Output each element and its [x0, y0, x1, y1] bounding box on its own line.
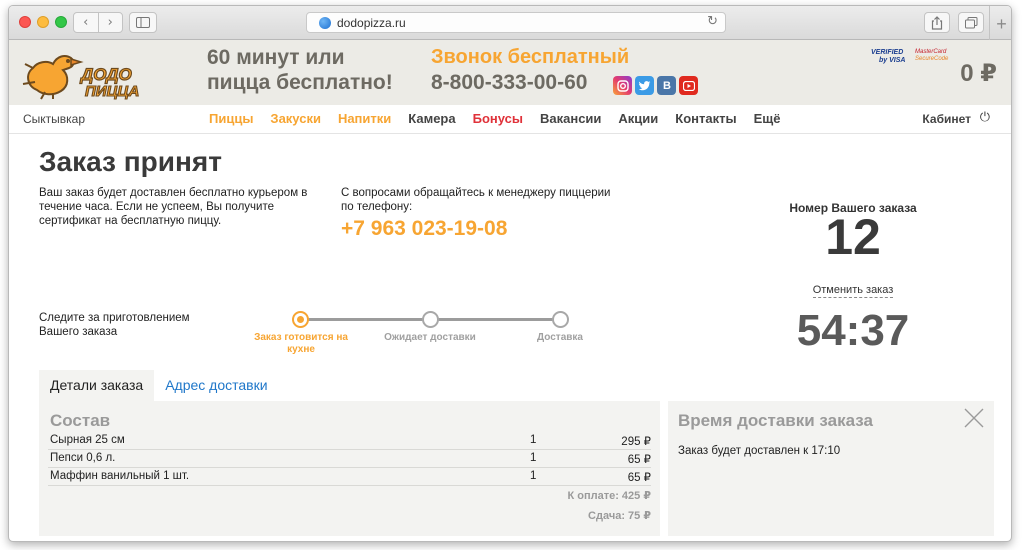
url-text: dodopizza.ru [337, 16, 406, 30]
history-nav: ‹ › [73, 12, 123, 33]
order-items: Сырная 25 см 1 295 ₽ Пепси 0,6 л. 1 65 ₽… [48, 432, 651, 486]
globe-icon [319, 17, 331, 29]
item-qty: 1 [530, 452, 537, 464]
close-window-button[interactable] [19, 16, 31, 28]
step-dot-cooking [292, 311, 309, 328]
item-name: Сырная 25 см [50, 434, 125, 446]
browser-toolbar: ‹ › dodopizza.ru ↻ + [9, 6, 1011, 40]
mastercard-securecode-badge: MasterCard SecureCode [915, 49, 948, 63]
item-name: Маффин ванильный 1 шт. [50, 470, 190, 482]
step-label-delivery: Доставка [537, 332, 583, 343]
order-item-row: Пепси 0,6 л. 1 65 ₽ [48, 450, 651, 468]
delivery-note: Ваш заказ будет доставлен бесплатно курь… [39, 187, 308, 227]
promo-slogan: 60 минут или пицца бесплатно! [207, 45, 393, 95]
mastercard-line-1: MasterCard [915, 49, 947, 55]
tabs-icon [964, 16, 977, 28]
minimize-window-button[interactable] [37, 16, 49, 28]
svg-text:ПИЦЦА: ПИЦЦА [85, 83, 139, 100]
nav-item-drinks[interactable]: Напитки [338, 111, 391, 126]
order-number: 12 [825, 209, 881, 265]
composition-title: Состав [50, 411, 111, 430]
tab-order-details[interactable]: Детали заказа [39, 370, 155, 401]
show-tabs-button[interactable] [958, 12, 984, 33]
promo-line-1: 60 минут или [207, 46, 345, 69]
new-tab-button[interactable]: + [989, 6, 1011, 40]
step-label-awaiting: Ожидает доставки [384, 332, 476, 343]
close-icon[interactable] [962, 406, 986, 430]
item-qty: 1 [530, 434, 537, 446]
main-nav: Сыктывкар Пиццы Закуски Напитки Камера Б… [9, 105, 1011, 134]
contact-note: С вопросами обращайтесь к менеджеру пицц… [341, 187, 611, 213]
free-call-label: Звонок бесплатный [431, 46, 630, 68]
composition-panel: Состав Сырная 25 см 1 295 ₽ Пепси 0,6 л.… [39, 401, 660, 536]
progress-line-1 [300, 318, 430, 321]
item-qty: 1 [530, 470, 537, 482]
svg-text:ДОДО: ДОДО [79, 65, 132, 84]
step-label-cooking: Заказ готовится на кухне [254, 332, 348, 355]
sidebar-toggle-button[interactable] [129, 12, 157, 33]
step-dot-delivery [552, 311, 569, 328]
nav-item-pizza[interactable]: Пиццы [209, 111, 253, 126]
site-header: ДОДО ПИЦЦА 60 минут или пицца бесплатно!… [9, 40, 1011, 105]
cancel-order-link[interactable]: Отменить заказ [773, 284, 933, 298]
item-name: Пепси 0,6 л. [50, 452, 116, 464]
item-price: 65 ₽ [627, 472, 651, 484]
sidebar-icon [136, 17, 150, 28]
mastercard-line-2: SecureCode [915, 56, 949, 62]
promo-line-2: пицца бесплатно! [207, 71, 393, 94]
cabinet-link[interactable]: Кабинет [922, 112, 971, 126]
share-button[interactable] [924, 12, 950, 33]
nav-item-snacks[interactable]: Закуски [270, 111, 321, 126]
nav-item-more[interactable]: Ещё [754, 111, 781, 126]
delivery-timer: 54:37 [796, 306, 910, 355]
city-selector[interactable]: Сыктывкар [23, 112, 85, 126]
youtube-icon[interactable] [679, 76, 699, 95]
item-price: 295 ₽ [621, 436, 651, 448]
progress-line-2 [430, 318, 560, 321]
nav-item-camera[interactable]: Камера [408, 111, 455, 126]
payment-security-badges: VERIFIED by VISA MasterCard SecureCode [871, 49, 951, 65]
order-progress-tracker: Заказ готовится на кухне Ожидает доставк… [230, 305, 600, 365]
cancel-order-label[interactable]: Отменить заказ [812, 284, 894, 298]
delivery-time-text: Заказ будет доставлен к 17:10 [678, 445, 841, 457]
twitter-icon[interactable] [635, 76, 655, 95]
address-bar[interactable]: dodopizza.ru ↻ [306, 12, 726, 33]
change-amount: Сдача: 75 ₽ [588, 510, 651, 522]
follow-progress-note: Следите за приготовлением Вашего заказа [39, 312, 190, 338]
hotline-block: Звонок бесплатный 8-800-333-00-60 В [431, 45, 701, 95]
delivery-time-panel: Время доставки заказа Заказ будет достав… [668, 401, 994, 536]
hotline-number[interactable]: 8-800-333-00-60 [431, 70, 587, 95]
nav-item-bonuses[interactable]: Бонусы [473, 111, 523, 126]
manager-phone[interactable]: +7 963 023-19-08 [341, 217, 507, 241]
order-tabs: Детали заказа Адрес доставки [39, 370, 279, 401]
order-item-row: Сырная 25 см 1 295 ₽ [48, 432, 651, 450]
step-dot-awaiting [422, 311, 439, 328]
nav-item-promotions[interactable]: Акции [618, 111, 658, 126]
delivery-time-title: Время доставки заказа [678, 411, 873, 430]
item-price: 65 ₽ [627, 454, 651, 466]
zoom-window-button[interactable] [55, 16, 67, 28]
cart-total[interactable]: 0 ₽ [960, 59, 997, 88]
page-title: Заказ принят [39, 146, 222, 177]
nav-item-contacts[interactable]: Контакты [675, 111, 736, 126]
forward-button[interactable]: › [97, 13, 123, 32]
vk-icon[interactable]: В [657, 76, 677, 95]
power-icon[interactable]: ⏻ [980, 110, 990, 125]
back-button[interactable]: ‹ [74, 13, 98, 32]
total-to-pay: К оплате: 425 ₽ [567, 490, 651, 502]
nav-item-vacancies[interactable]: Вакансии [540, 111, 601, 126]
hotline-row: 8-800-333-00-60 В [431, 70, 701, 95]
order-item-row: Маффин ванильный 1 шт. 1 65 ₽ [48, 468, 651, 486]
reload-icon[interactable]: ↻ [707, 14, 718, 29]
tab-delivery-address[interactable]: Адрес доставки [154, 370, 278, 401]
instagram-icon[interactable] [613, 76, 633, 95]
dodo-logo[interactable]: ДОДО ПИЦЦА [19, 46, 149, 101]
nav-menu: Пиццы Закуски Напитки Камера Бонусы Вака… [209, 111, 797, 126]
share-icon [931, 15, 943, 30]
